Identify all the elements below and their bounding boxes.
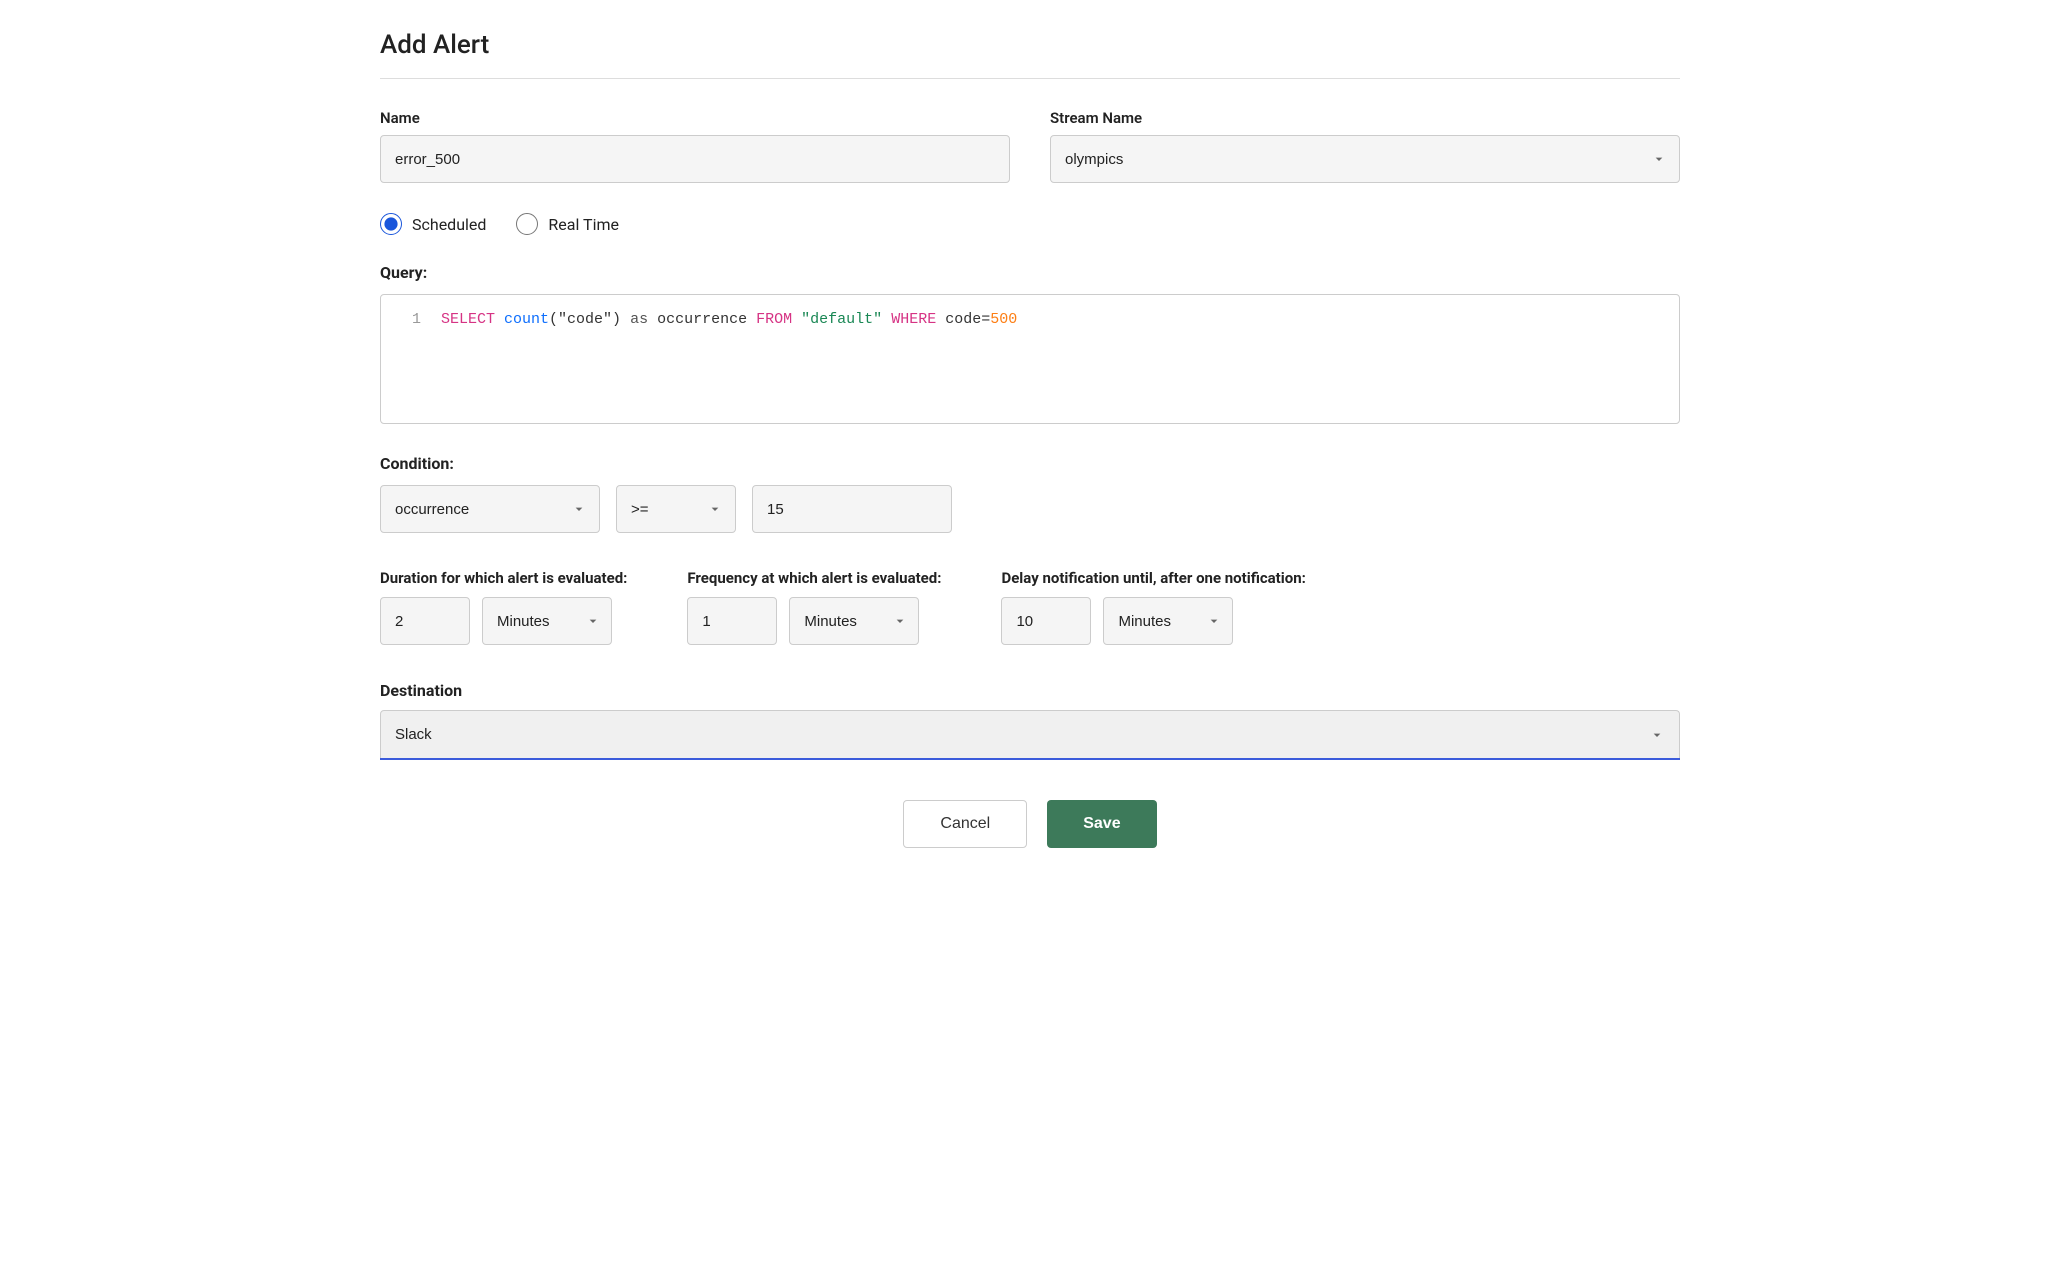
sql-condition: code= [945,311,990,328]
delay-value-input[interactable] [1001,597,1091,645]
destination-label: Destination [380,681,1680,700]
sql-as: as [630,311,648,328]
duration-value-input[interactable] [380,597,470,645]
query-label: Query: [380,263,1680,282]
sql-arg: ("code") [549,311,621,328]
duration-label: Duration for which alert is evaluated: [380,569,627,587]
sql-from: FROM [756,311,792,328]
frequency-unit-select[interactable]: Minutes Hours Seconds [789,597,919,645]
destination-select[interactable]: Slack Email PagerDuty Webhook [380,710,1680,758]
condition-field-select[interactable]: occurrence count value [380,485,600,533]
delay-inputs: Minutes Hours Seconds [1001,597,1305,645]
stream-name-select[interactable]: olympics default events [1050,135,1680,183]
duration-group: Duration for which alert is evaluated: M… [380,569,627,645]
frequency-inputs: Minutes Hours Seconds [687,597,941,645]
condition-label: Condition: [380,454,1680,473]
frequency-value-input[interactable] [687,597,777,645]
delay-group: Delay notification until, after one noti… [1001,569,1305,645]
sql-function: count [504,311,549,328]
sql-select: SELECT [441,311,495,328]
timing-row: Duration for which alert is evaluated: M… [380,569,1680,645]
destination-section: Destination Slack Email PagerDuty Webhoo… [380,681,1680,760]
duration-inputs: Minutes Hours Seconds [380,597,627,645]
realtime-label: Real Time [548,215,619,234]
scheduled-radio[interactable] [380,213,402,235]
cancel-button[interactable]: Cancel [903,800,1027,848]
condition-operator-select[interactable]: >= > <= < = != [616,485,736,533]
realtime-radio[interactable] [516,213,538,235]
delay-label: Delay notification until, after one noti… [1001,569,1305,587]
sql-where: WHERE [891,311,936,328]
frequency-group: Frequency at which alert is evaluated: M… [687,569,941,645]
sql-value: 500 [990,311,1017,328]
condition-row: occurrence count value >= > <= < = != [380,485,1680,533]
destination-select-wrap: Slack Email PagerDuty Webhook [380,710,1680,760]
divider [380,78,1680,79]
button-row: Cancel Save [380,800,1680,848]
duration-unit-select[interactable]: Minutes Hours Seconds [482,597,612,645]
sql-alias: occurrence [657,311,747,328]
alert-type-radio-group: Scheduled Real Time [380,213,1680,235]
stream-name-label: Stream Name [1050,109,1680,127]
scheduled-label: Scheduled [412,215,486,234]
condition-threshold-input[interactable] [752,485,952,533]
query-editor[interactable]: 1 SELECT count("code") as occurrence FRO… [380,294,1680,424]
frequency-label: Frequency at which alert is evaluated: [687,569,941,587]
sql-table: "default" [801,311,882,328]
name-input[interactable] [380,135,1010,183]
realtime-radio-option[interactable]: Real Time [516,213,619,235]
query-code-line: SELECT count("code") as occurrence FROM … [441,311,1017,407]
delay-unit-select[interactable]: Minutes Hours Seconds [1103,597,1233,645]
scheduled-radio-option[interactable]: Scheduled [380,213,486,235]
line-number: 1 [401,311,421,328]
page-title: Add Alert [380,30,1680,60]
name-label: Name [380,109,1010,127]
save-button[interactable]: Save [1047,800,1156,848]
